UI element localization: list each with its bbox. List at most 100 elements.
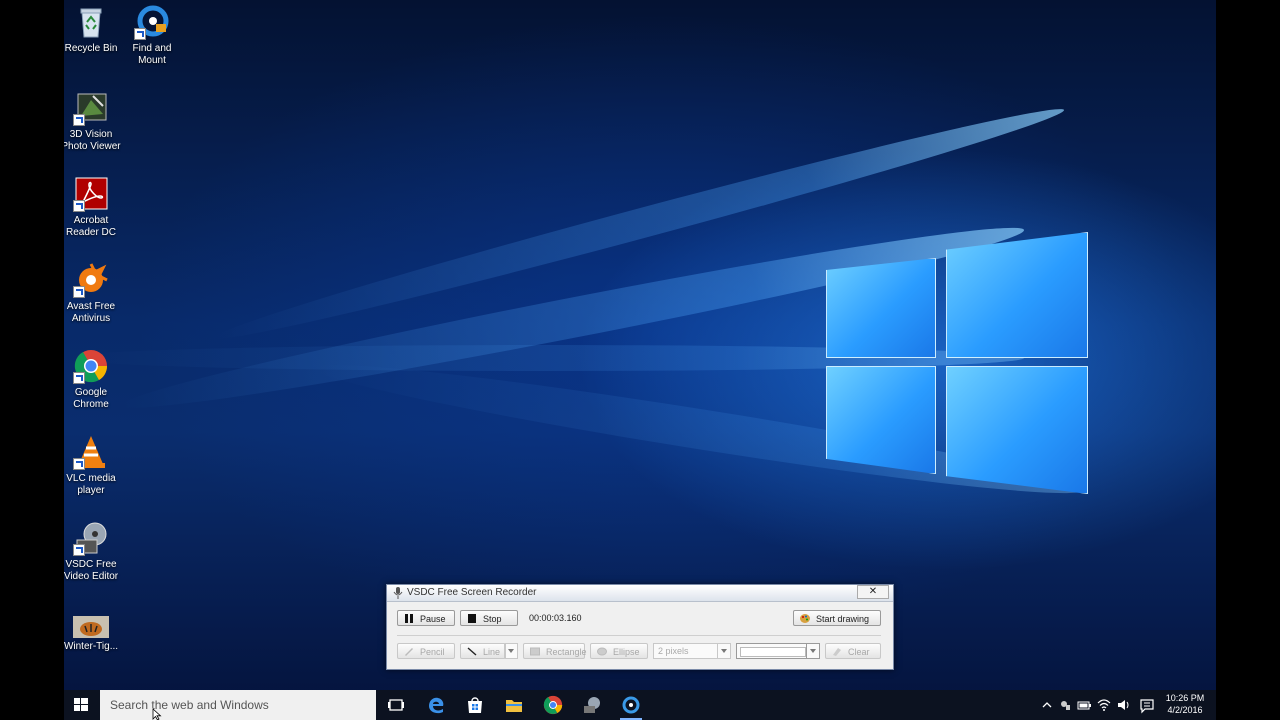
search-input[interactable]: Search the web and Windows	[100, 690, 376, 720]
windows-start-icon	[74, 698, 88, 711]
edge-taskbar-button[interactable]	[425, 694, 447, 716]
recording-timer: 00:00:03.160	[529, 613, 582, 623]
shortcut-arrow-icon	[73, 458, 85, 470]
find-and-mount-icon	[622, 696, 640, 714]
shortcut-arrow-icon	[73, 200, 85, 212]
shortcut-arrow-icon	[73, 544, 85, 556]
recorder-title: VSDC Free Screen Recorder	[407, 587, 537, 598]
volume-button[interactable]	[1116, 694, 1132, 716]
image-thumbnail-icon	[73, 610, 109, 638]
shortcut-arrow-icon	[73, 114, 85, 126]
clock-time: 10:26 PM	[1165, 693, 1205, 703]
vsdc-taskbar-button[interactable]	[581, 694, 603, 716]
desktop-icon-label: Winter-Tig...	[64, 641, 119, 652]
desktop-icon-vlc[interactable]: VLC media player	[64, 434, 126, 497]
clock-date: 4/2/2016	[1167, 705, 1203, 715]
shortcut-arrow-icon	[73, 372, 85, 384]
acrobat-icon	[73, 176, 109, 212]
desktop-icon-vsdc-editor[interactable]: VSDC Free Video Editor	[64, 520, 126, 583]
store-icon	[468, 697, 482, 713]
recorder-title-bar[interactable]: VSDC Free Screen Recorder ✕	[387, 585, 893, 602]
vsdc-editor-icon	[584, 697, 600, 713]
color-dropdown[interactable]	[736, 643, 820, 659]
folder-icon	[506, 700, 522, 712]
eraser-icon	[833, 648, 841, 656]
line-style-dropdown[interactable]	[504, 643, 518, 659]
rectangle-button[interactable]: Rectangle	[523, 643, 587, 659]
stop-icon	[468, 614, 476, 623]
clear-button[interactable]: Clear	[825, 643, 881, 659]
start-drawing-button[interactable]: Start drawing	[793, 610, 881, 626]
screen-recorder-window[interactable]: VSDC Free Screen Recorder ✕ Pause Stop 0…	[386, 584, 894, 670]
desktop-icon-label: VSDC Free Video Editor	[64, 559, 119, 582]
desktop-icon-label: Find and Mount	[132, 43, 172, 66]
show-hidden-icons-button[interactable]	[1040, 694, 1054, 716]
wifi-button[interactable]	[1096, 694, 1112, 716]
desktop-icon-acrobat[interactable]: Acrobat Reader DC	[64, 176, 126, 239]
notifications-button[interactable]	[1138, 694, 1156, 716]
recorder-app-icon	[393, 587, 403, 599]
desktop-icon-3d-vision[interactable]: 3D Vision Photo Viewer	[64, 90, 126, 153]
chrome-icon	[73, 348, 109, 384]
avast-icon	[73, 262, 109, 298]
desktop-icon-label: 3D Vision Photo Viewer	[64, 129, 121, 152]
chevron-down-icon	[504, 644, 517, 658]
vsdc-editor-icon	[73, 520, 109, 556]
taskbar-clock[interactable]: 10:26 PM 4/2/2016	[1160, 692, 1210, 716]
chrome-icon	[543, 695, 563, 715]
desktop-icon-label: Google Chrome	[73, 387, 109, 410]
pen-width-dropdown[interactable]: 2 pixels	[653, 643, 731, 659]
windows-logo-pane	[826, 366, 936, 474]
desktop-icon-find-and-mount[interactable]: Find and Mount	[117, 4, 187, 67]
desktop-icon-label: Acrobat Reader DC	[65, 215, 117, 238]
desktop-icon-avast[interactable]: Avast Free Antivirus	[64, 262, 126, 325]
start-drawing-label: Start drawing	[816, 614, 870, 624]
shortcut-arrow-icon	[73, 286, 85, 298]
line-button[interactable]: Line	[460, 643, 506, 659]
wifi-icon	[1097, 699, 1111, 711]
desktop-icon-winter-tiger[interactable]: Winter-Tig...	[64, 610, 126, 653]
desktop-icon-label: VLC media player	[66, 473, 116, 496]
pause-button[interactable]: Pause	[397, 610, 455, 626]
pause-label: Pause	[420, 614, 446, 624]
pen-width-value: 2 pixels	[658, 646, 689, 656]
color-swatch	[740, 647, 806, 657]
desktop-icon-chrome[interactable]: Google Chrome	[64, 348, 126, 411]
ellipse-label: Ellipse	[613, 647, 640, 657]
stop-label: Stop	[483, 614, 502, 624]
start-button[interactable]	[68, 694, 94, 716]
pencil-icon	[405, 648, 413, 656]
battery-icon	[1077, 701, 1091, 710]
battery-button[interactable]	[1076, 694, 1092, 716]
line-label: Line	[483, 647, 501, 657]
mouse-cursor-icon	[152, 709, 162, 720]
find-and-mount-icon	[134, 4, 170, 40]
windows-logo-pane	[826, 258, 936, 358]
chevron-down-icon	[717, 644, 730, 658]
notification-icon	[1140, 699, 1154, 714]
tray-app-button[interactable]	[1058, 694, 1072, 716]
palette-icon	[800, 614, 810, 623]
file-explorer-taskbar-button[interactable]	[503, 694, 525, 716]
ellipse-button[interactable]: Ellipse	[590, 643, 648, 659]
pencil-label: Pencil	[420, 647, 445, 657]
pencil-button[interactable]: Pencil	[397, 643, 455, 659]
task-view-button[interactable]	[385, 694, 407, 716]
rectangle-icon	[530, 647, 540, 656]
divider	[397, 635, 881, 636]
line-icon	[467, 647, 477, 656]
recycle-bin-icon	[73, 4, 109, 40]
clear-label: Clear	[848, 647, 870, 657]
pause-icon	[405, 614, 413, 623]
volume-icon	[1118, 700, 1129, 710]
chevron-up-icon	[1042, 702, 1052, 708]
stop-button[interactable]: Stop	[460, 610, 518, 626]
store-taskbar-button[interactable]	[464, 694, 486, 716]
tray-app-icon	[1061, 701, 1070, 710]
desktop: Recycle Bin Find and Mount 3D Vision Pho…	[64, 0, 1216, 720]
shortcut-arrow-icon	[134, 28, 146, 40]
close-button[interactable]: ✕	[857, 585, 889, 599]
rectangle-label: Rectangle	[546, 647, 587, 657]
find-and-mount-taskbar-button[interactable]	[620, 694, 642, 720]
chrome-taskbar-button[interactable]	[542, 694, 564, 716]
